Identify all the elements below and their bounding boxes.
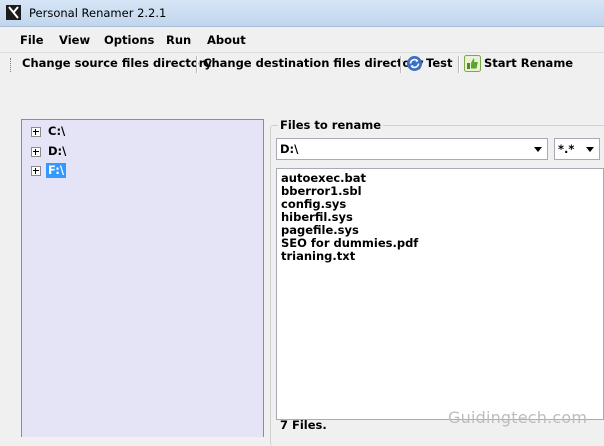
- watermark: Guidingtech.com: [448, 408, 588, 427]
- directory-value: D:\: [280, 142, 299, 156]
- menu-view[interactable]: View: [59, 33, 90, 47]
- menu-about[interactable]: About: [207, 33, 246, 47]
- change-destination-button[interactable]: Change destination files directory: [203, 56, 424, 70]
- menu-options[interactable]: Options: [104, 33, 154, 47]
- menu-file[interactable]: File: [20, 33, 44, 47]
- drive-tree[interactable]: C:\ D:\ F:\: [21, 119, 264, 437]
- files-group-title: Files to rename: [278, 118, 383, 132]
- tree-node-label: D:\: [48, 144, 67, 158]
- toolbar-separator: [458, 56, 460, 73]
- toolbar-separator: [196, 56, 198, 73]
- expand-icon[interactable]: [31, 166, 41, 176]
- refresh-icon[interactable]: [406, 55, 423, 72]
- tree-node-label: C:\: [48, 124, 66, 138]
- app-window: Personal Renamer 2.2.1 File View Options…: [0, 0, 604, 446]
- chevron-down-icon[interactable]: [534, 147, 542, 152]
- toolbar-grip[interactable]: [10, 58, 13, 72]
- tree-node-label: F:\: [46, 163, 67, 178]
- app-logo-icon: [6, 5, 21, 20]
- title-bar[interactable]: Personal Renamer 2.2.1: [0, 0, 604, 27]
- file-list[interactable]: autoexec.bat bberror1.sbl config.sys hib…: [276, 168, 604, 420]
- directory-dropdown[interactable]: D:\: [276, 138, 548, 160]
- filter-dropdown[interactable]: *.*: [554, 138, 600, 160]
- toolbar-separator: [400, 56, 402, 73]
- list-item[interactable]: trianing.txt: [281, 250, 355, 263]
- filter-value: *.*: [558, 142, 575, 156]
- menu-bar: File View Options Run About: [0, 27, 604, 53]
- change-source-button[interactable]: Change source files directory: [22, 56, 212, 70]
- window-title: Personal Renamer 2.2.1: [29, 6, 167, 20]
- toolbar: Change source files directory Change des…: [0, 53, 604, 75]
- chevron-down-icon[interactable]: [586, 147, 594, 152]
- test-button[interactable]: Test: [426, 56, 452, 70]
- start-rename-button[interactable]: Start Rename: [484, 56, 573, 70]
- menu-run[interactable]: Run: [166, 33, 191, 47]
- expand-icon[interactable]: [31, 147, 41, 157]
- thumbs-up-icon[interactable]: [464, 55, 481, 72]
- expand-icon[interactable]: [31, 127, 41, 137]
- file-count-status: 7 Files.: [280, 418, 327, 432]
